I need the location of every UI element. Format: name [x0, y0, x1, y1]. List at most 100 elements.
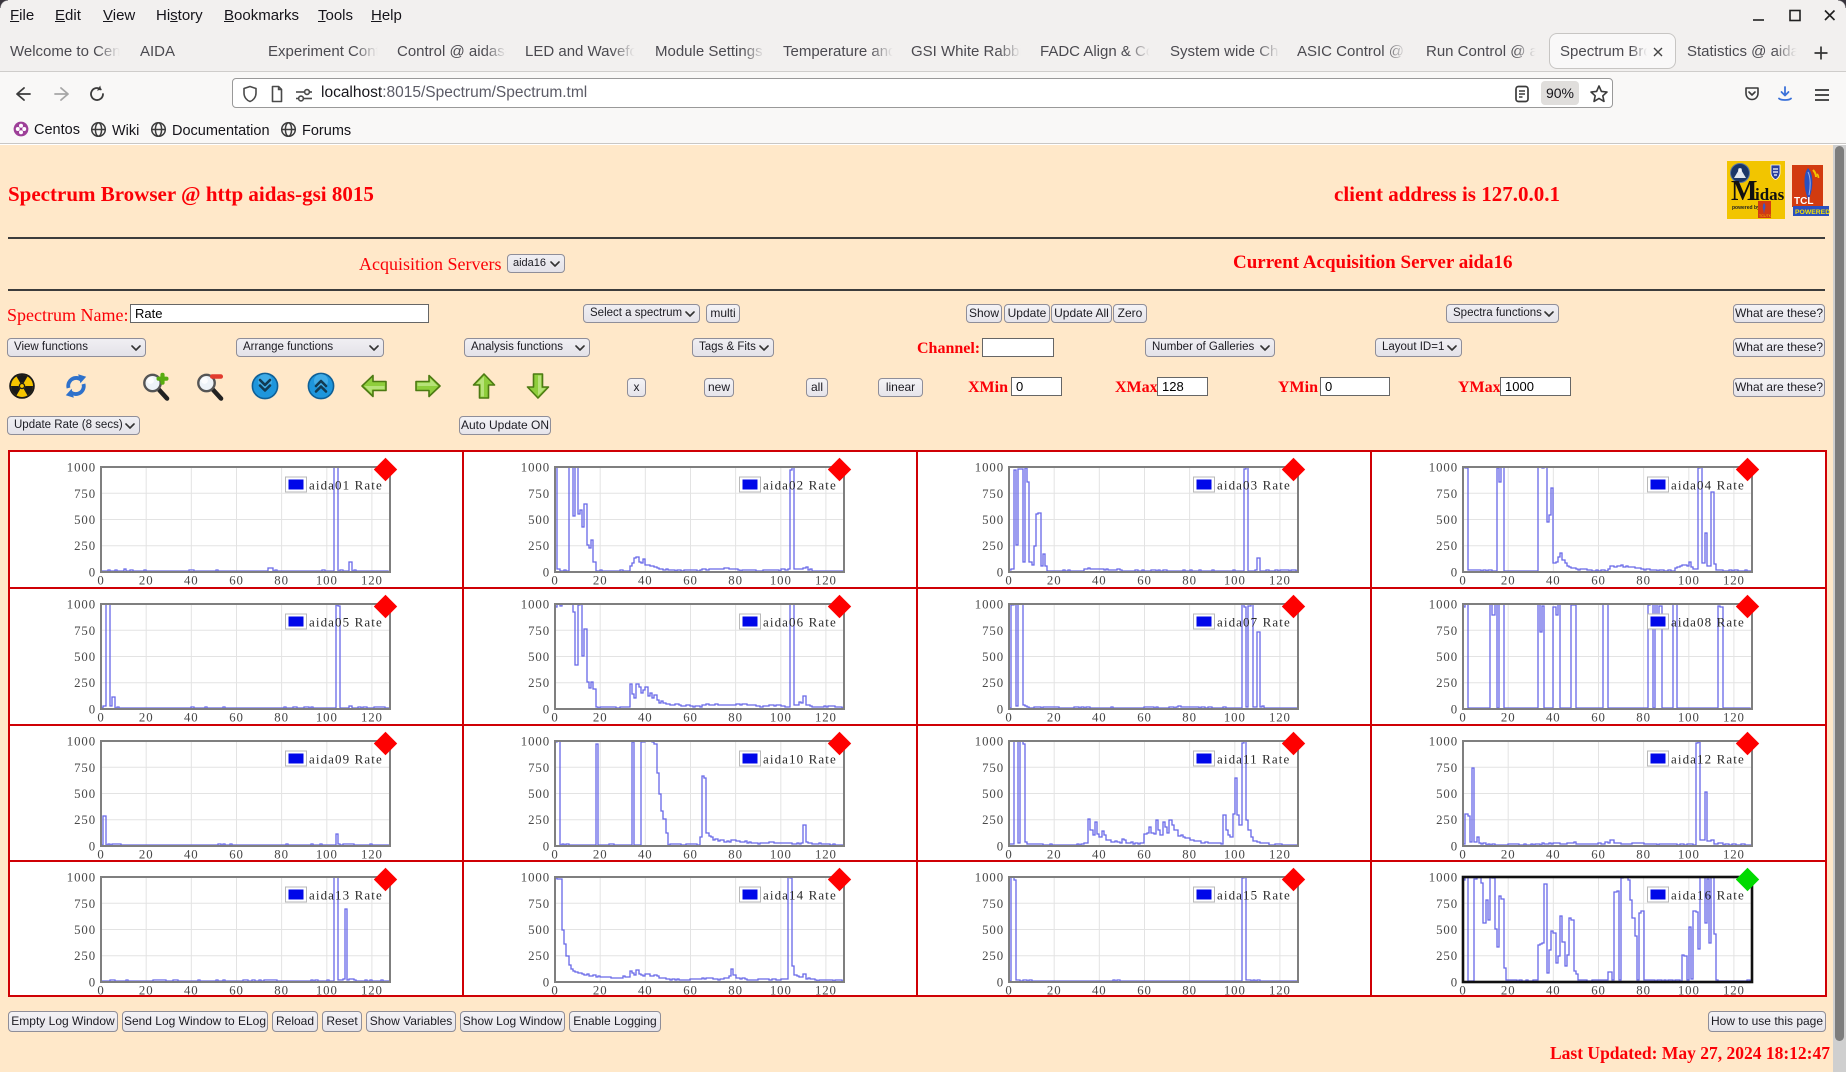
svg-text:120: 120: [815, 711, 837, 724]
svg-text:120: 120: [361, 984, 383, 997]
svg-text:250: 250: [1436, 949, 1458, 963]
svg-text:1000: 1000: [1429, 871, 1458, 885]
svg-text:250: 250: [74, 949, 96, 963]
svg-text:40: 40: [184, 574, 199, 587]
svg-text:80: 80: [1182, 574, 1197, 587]
svg-text:1000: 1000: [67, 461, 96, 475]
svg-text:250: 250: [528, 676, 550, 690]
svg-text:aida12 Rate: aida12 Rate: [1671, 752, 1745, 767]
svg-text:100: 100: [1224, 574, 1246, 587]
svg-text:750: 750: [1436, 624, 1458, 638]
svg-text:40: 40: [1546, 574, 1561, 587]
svg-text:750: 750: [528, 761, 550, 775]
svg-text:80: 80: [1182, 848, 1197, 861]
svg-text:750: 750: [982, 897, 1004, 911]
svg-text:500: 500: [1436, 513, 1458, 527]
svg-text:80: 80: [274, 711, 289, 724]
svg-text:80: 80: [1636, 711, 1651, 724]
svg-text:500: 500: [982, 650, 1004, 664]
svg-text:120: 120: [1269, 574, 1291, 587]
svg-text:120: 120: [361, 848, 383, 861]
svg-text:1000: 1000: [975, 598, 1004, 612]
svg-text:60: 60: [229, 574, 244, 587]
svg-text:750: 750: [982, 624, 1004, 638]
svg-text:500: 500: [74, 787, 96, 801]
svg-text:60: 60: [683, 574, 698, 587]
svg-text:aida04 Rate: aida04 Rate: [1671, 478, 1745, 493]
svg-text:500: 500: [528, 923, 550, 937]
svg-text:0: 0: [551, 984, 558, 997]
svg-text:100: 100: [770, 574, 792, 587]
svg-text:20: 20: [593, 848, 608, 861]
svg-text:0: 0: [1459, 984, 1466, 997]
svg-text:0: 0: [97, 984, 104, 997]
svg-text:1000: 1000: [67, 871, 96, 885]
svg-text:750: 750: [1436, 487, 1458, 501]
svg-text:0: 0: [543, 566, 550, 580]
svg-text:500: 500: [1436, 923, 1458, 937]
svg-text:20: 20: [1501, 574, 1516, 587]
svg-text:80: 80: [274, 984, 289, 997]
svg-text:60: 60: [229, 848, 244, 861]
svg-text:100: 100: [1678, 574, 1700, 587]
svg-text:80: 80: [1182, 711, 1197, 724]
svg-text:0: 0: [543, 840, 550, 854]
svg-text:20: 20: [1047, 984, 1062, 997]
svg-text:80: 80: [728, 848, 743, 861]
svg-text:1000: 1000: [975, 735, 1004, 749]
svg-text:1000: 1000: [975, 871, 1004, 885]
svg-text:aida16 Rate: aida16 Rate: [1671, 888, 1745, 903]
svg-text:0: 0: [1451, 566, 1458, 580]
svg-text:0: 0: [1451, 976, 1458, 990]
svg-text:20: 20: [593, 984, 608, 997]
svg-text:60: 60: [1137, 711, 1152, 724]
svg-text:20: 20: [139, 848, 154, 861]
svg-text:80: 80: [274, 574, 289, 587]
svg-text:100: 100: [316, 574, 338, 587]
svg-text:aida14 Rate: aida14 Rate: [763, 888, 837, 903]
svg-text:60: 60: [229, 711, 244, 724]
svg-text:0: 0: [1005, 574, 1012, 587]
svg-text:aida06 Rate: aida06 Rate: [763, 615, 837, 630]
svg-text:0: 0: [997, 703, 1004, 717]
svg-text:aida10 Rate: aida10 Rate: [763, 752, 837, 767]
svg-text:60: 60: [683, 984, 698, 997]
svg-text:0: 0: [1459, 574, 1466, 587]
svg-text:750: 750: [528, 624, 550, 638]
svg-text:20: 20: [139, 984, 154, 997]
svg-text:aida08 Rate: aida08 Rate: [1671, 615, 1745, 630]
svg-text:100: 100: [1224, 711, 1246, 724]
svg-text:40: 40: [638, 711, 653, 724]
svg-text:aida03 Rate: aida03 Rate: [1217, 478, 1291, 493]
svg-text:1000: 1000: [521, 871, 550, 885]
svg-text:250: 250: [74, 676, 96, 690]
svg-text:0: 0: [1459, 848, 1466, 861]
svg-text:0: 0: [997, 566, 1004, 580]
svg-text:750: 750: [1436, 761, 1458, 775]
svg-text:250: 250: [74, 813, 96, 827]
svg-text:40: 40: [1546, 848, 1561, 861]
svg-text:250: 250: [528, 949, 550, 963]
svg-text:40: 40: [1092, 574, 1107, 587]
svg-text:750: 750: [74, 487, 96, 501]
svg-text:100: 100: [770, 711, 792, 724]
svg-text:80: 80: [1182, 984, 1197, 997]
svg-text:100: 100: [770, 984, 792, 997]
svg-text:500: 500: [74, 513, 96, 527]
svg-text:250: 250: [1436, 539, 1458, 553]
svg-text:750: 750: [982, 761, 1004, 775]
svg-text:0: 0: [551, 574, 558, 587]
svg-text:100: 100: [770, 848, 792, 861]
svg-text:750: 750: [528, 487, 550, 501]
svg-text:80: 80: [728, 711, 743, 724]
svg-text:40: 40: [638, 574, 653, 587]
svg-text:250: 250: [982, 813, 1004, 827]
svg-text:60: 60: [1591, 711, 1606, 724]
svg-text:120: 120: [1723, 574, 1745, 587]
svg-text:500: 500: [74, 650, 96, 664]
svg-text:aida05 Rate: aida05 Rate: [309, 615, 383, 630]
svg-text:1000: 1000: [521, 735, 550, 749]
svg-text:80: 80: [274, 848, 289, 861]
svg-text:40: 40: [1546, 711, 1561, 724]
svg-text:0: 0: [1459, 711, 1466, 724]
